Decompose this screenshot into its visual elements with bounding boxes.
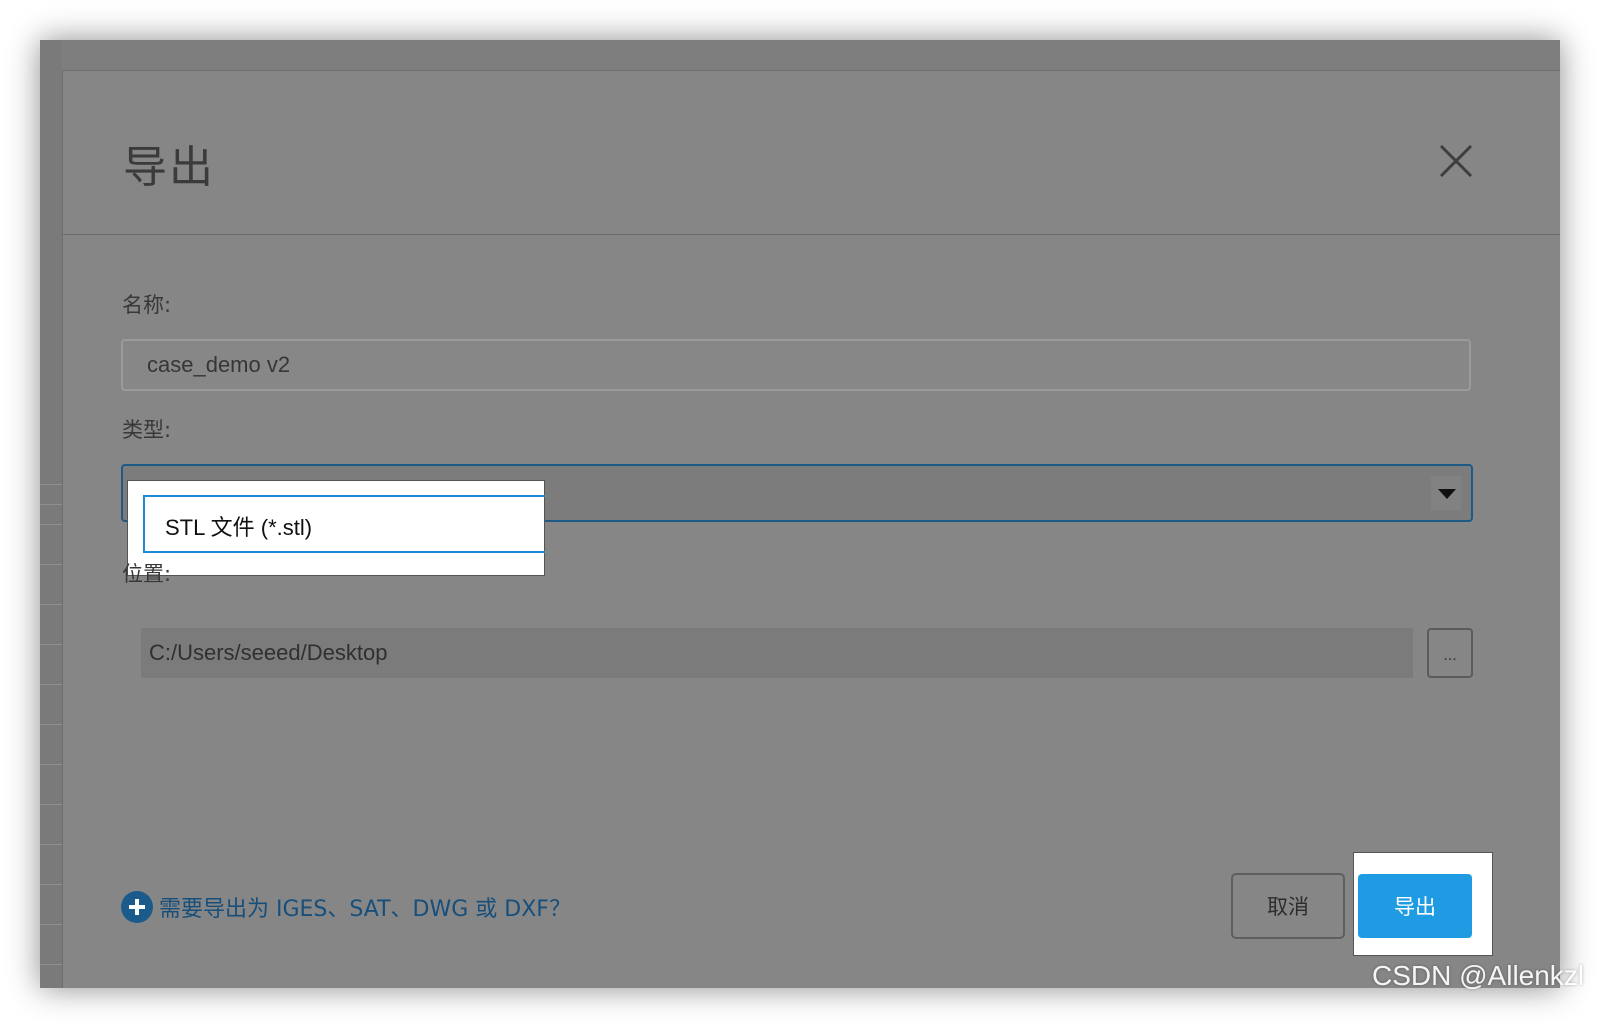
help-link-text: 需要导出为 IGES、SAT、DWG 或 DXF？	[159, 897, 571, 922]
location-label: 位置:	[122, 562, 172, 586]
type-label: 类型:	[122, 418, 172, 442]
selected-type-highlight: STL 文件 (*.stl)	[127, 480, 545, 576]
export-dialog: 导出 名称: 类型: STL 文件 (*.stl) 位置: ...	[62, 70, 1560, 988]
dialog-header: 导出	[63, 71, 1560, 235]
type-select-value: STL 文件 (*.stl)	[165, 515, 313, 540]
cancel-button[interactable]: 取消	[1231, 873, 1345, 939]
screenshot-frame: 导出 名称: 类型: STL 文件 (*.stl) 位置: ...	[40, 40, 1560, 988]
watermark: CSDN @Allenkzl	[1372, 960, 1585, 991]
browse-button[interactable]: ...	[1427, 628, 1473, 678]
export-button-highlight: 导出	[1353, 852, 1493, 956]
close-button[interactable]	[1435, 140, 1477, 182]
dialog-title: 导出	[123, 142, 215, 193]
location-input[interactable]	[141, 628, 1413, 678]
name-input[interactable]	[121, 339, 1471, 391]
type-select-value-box[interactable]: STL 文件 (*.stl)	[143, 495, 545, 553]
chevron-down-icon	[1438, 489, 1456, 499]
export-button[interactable]: 导出	[1358, 874, 1472, 938]
help-plus-icon	[121, 891, 153, 923]
select-arrow[interactable]	[1431, 476, 1461, 510]
close-icon	[1439, 144, 1473, 178]
export-other-formats-link[interactable]: 需要导出为 IGES、SAT、DWG 或 DXF？	[121, 889, 571, 925]
background-window-edge	[40, 40, 62, 988]
name-label: 名称:	[122, 293, 172, 317]
